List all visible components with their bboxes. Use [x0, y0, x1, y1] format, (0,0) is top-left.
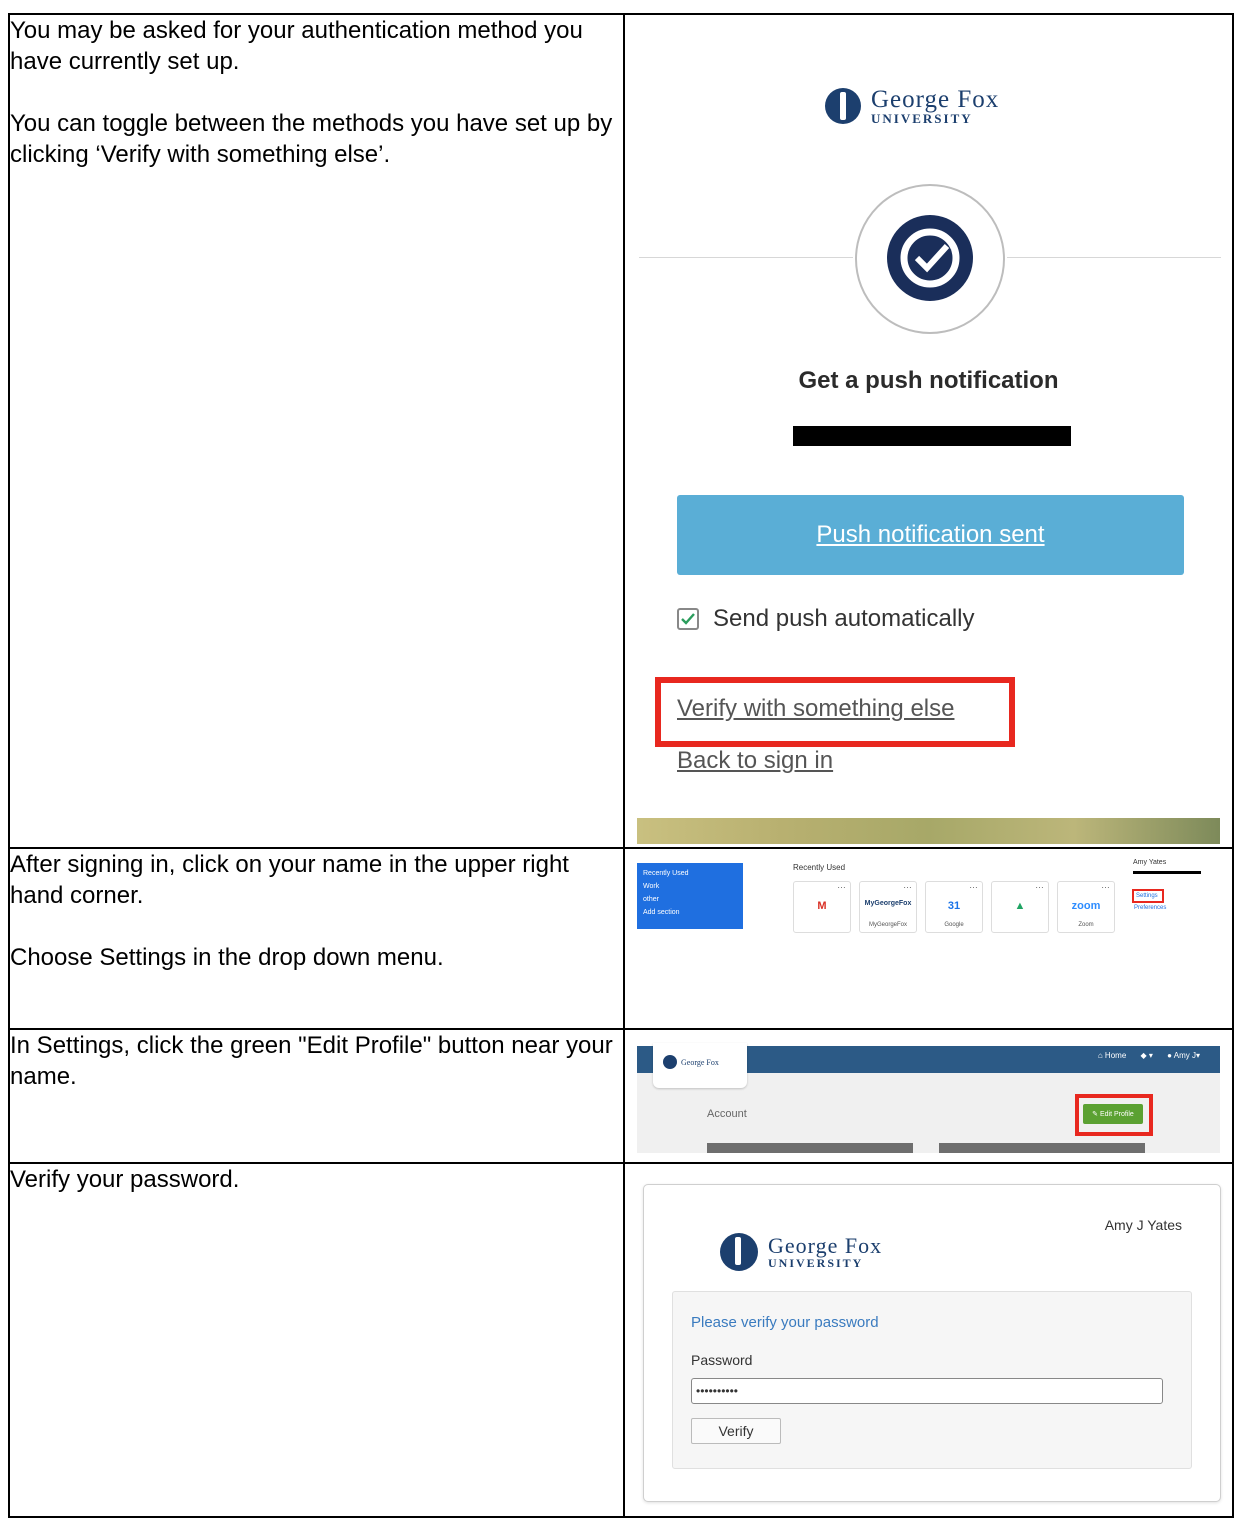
table-row: You may be asked for your authentication… — [8, 13, 1234, 849]
user-name: Amy J Yates — [1104, 1217, 1182, 1233]
user-menu-link[interactable]: Amy J — [1174, 1051, 1196, 1060]
instruction-cell: You may be asked for your authentication… — [8, 13, 625, 849]
torch-icon — [825, 88, 861, 124]
edit-profile-label: Edit Profile — [1099, 1110, 1134, 1118]
redacted-email — [793, 426, 1071, 446]
redacted-text — [1133, 871, 1201, 874]
password-label: Password — [691, 1352, 753, 1368]
verify-password-screenshot: Amy J Yates George Fox UNIVERSITY Please… — [625, 1164, 1232, 1516]
sidebar-nav: Recently Used Work other Add section — [637, 863, 743, 929]
app-tile[interactable]: … ▲ — [991, 880, 1049, 933]
user-icon: ● — [1167, 1051, 1172, 1060]
calendar-icon: 31 — [947, 900, 961, 912]
instruction-cell: After signing in, click on your name in … — [8, 847, 625, 1030]
pencil-icon: ✎ — [1092, 1111, 1100, 1118]
user-menu: Amy Yates — [1133, 859, 1213, 866]
push-notification-button[interactable]: Push notification sent — [677, 495, 1184, 575]
verify-else-link[interactable]: Verify with something else — [677, 695, 954, 723]
instruction-text: Choose Settings in the drop down menu. — [10, 944, 444, 971]
tile-caption: MyGeorgeFox — [868, 922, 907, 928]
sidebar-item[interactable]: other — [643, 893, 737, 906]
torch-icon — [663, 1055, 677, 1069]
verify-button[interactable]: Verify — [691, 1418, 781, 1444]
screenshot-cell: Recently Used Work other Add section Rec… — [623, 847, 1234, 1030]
settings-menu-item[interactable]: Settings — [1132, 889, 1164, 903]
zoom-icon: zoom — [1071, 900, 1101, 912]
tile-caption: Zoom — [1078, 922, 1094, 928]
verify-card: Amy J Yates George Fox UNIVERSITY Please… — [643, 1184, 1221, 1502]
instruction-cell: In Settings, click the green "Edit Profi… — [8, 1028, 625, 1164]
logo-tab[interactable]: George Fox — [653, 1043, 747, 1088]
screenshot-cell: Amy J Yates George Fox UNIVERSITY Please… — [623, 1162, 1234, 1518]
app-tile[interactable]: … M — [793, 880, 851, 933]
screenshot-cell: George Fox ⌂ Home ◆ ▾ ● Amy J▾ Account ✎… — [623, 1028, 1234, 1164]
instruction-text: After signing in, click on your name in … — [10, 851, 569, 909]
back-to-sign-in-link[interactable]: Back to sign in — [677, 747, 833, 775]
dashboard-screenshot: Recently Used Work other Add section Rec… — [625, 849, 1232, 1028]
george-fox-logo: George Fox UNIVERSITY — [720, 1233, 882, 1271]
sidebar-item[interactable]: Work — [643, 880, 737, 893]
send-push-checkbox-row[interactable]: Send push automatically — [677, 605, 975, 633]
checkbox-label: Send push automatically — [713, 605, 975, 632]
push-title: Get a push notification — [798, 367, 1059, 394]
checkbox[interactable] — [677, 608, 699, 630]
app-tile[interactable]: … 31 Google — [925, 880, 983, 933]
george-fox-logo: George Fox UNIVERSITY — [825, 87, 999, 125]
okta-verify-icon — [887, 215, 973, 301]
table-row: In Settings, click the green "Edit Profi… — [8, 1028, 1234, 1164]
divider — [639, 257, 853, 258]
logo-sub: UNIVERSITY — [768, 1256, 864, 1270]
screenshot-cell: George Fox UNIVERSITY Get a push notific… — [623, 13, 1234, 849]
sidebar-item[interactable]: Recently Used — [643, 867, 737, 880]
drive-icon: ▲ — [1014, 900, 1026, 912]
home-link[interactable]: Home — [1105, 1051, 1126, 1060]
divider — [1007, 257, 1221, 258]
verify-heading: Please verify your password — [691, 1314, 879, 1331]
gmail-icon: M — [817, 900, 827, 912]
instruction-text: Verify your password. — [10, 1166, 240, 1193]
logo-name: George Fox — [768, 1233, 883, 1258]
bell-icon[interactable]: ◆ ▾ — [1141, 1051, 1153, 1060]
logo-sub: UNIVERSITY — [871, 111, 973, 126]
mygeorgefox-icon: MyGeorgeFox — [864, 900, 912, 907]
top-nav-links: ⌂ Home ◆ ▾ ● Amy J▾ — [1097, 1051, 1200, 1060]
edit-profile-button[interactable]: ✎ Edit Profile — [1083, 1104, 1143, 1124]
table-row: Verify your password. Amy J Yates George… — [8, 1162, 1234, 1518]
instruction-table: You may be asked for your authentication… — [8, 13, 1234, 1518]
home-icon: ⌂ — [1097, 1051, 1103, 1060]
app-tile[interactable]: … zoom Zoom — [1057, 880, 1115, 933]
torch-icon — [720, 1233, 758, 1271]
preferences-menu-item[interactable]: Preferences — [1134, 905, 1166, 911]
verify-panel: Please verify your password Password •••… — [672, 1291, 1192, 1469]
user-name[interactable]: Amy Yates — [1133, 859, 1213, 866]
tile-caption: Google — [944, 922, 964, 928]
instruction-text: You may be asked for your authentication… — [10, 17, 583, 75]
password-input[interactable]: •••••••••• — [691, 1378, 1163, 1404]
logo-name: George Fox — [871, 86, 1000, 113]
recently-used-label: Recently Used — [793, 863, 846, 872]
account-label: Account — [707, 1108, 747, 1120]
settings-screenshot: George Fox ⌂ Home ◆ ▾ ● Amy J▾ Account ✎… — [625, 1030, 1232, 1162]
change-password-panel — [939, 1143, 1145, 1153]
okta-push-screenshot: George Fox UNIVERSITY Get a push notific… — [625, 15, 1232, 847]
app-tile[interactable]: … MyGeorgeFox MyGeorgeFox — [859, 880, 917, 933]
instruction-cell: Verify your password. — [8, 1162, 625, 1518]
personal-information-panel — [707, 1143, 913, 1153]
instruction-text: You can toggle between the methods you h… — [10, 110, 613, 168]
sidebar-item[interactable]: Add section — [643, 906, 737, 919]
instruction-text: In Settings, click the green "Edit Profi… — [10, 1032, 613, 1090]
background-image-strip — [637, 818, 1220, 844]
table-row: After signing in, click on your name in … — [8, 847, 1234, 1030]
logo-text: George Fox — [681, 1057, 719, 1067]
